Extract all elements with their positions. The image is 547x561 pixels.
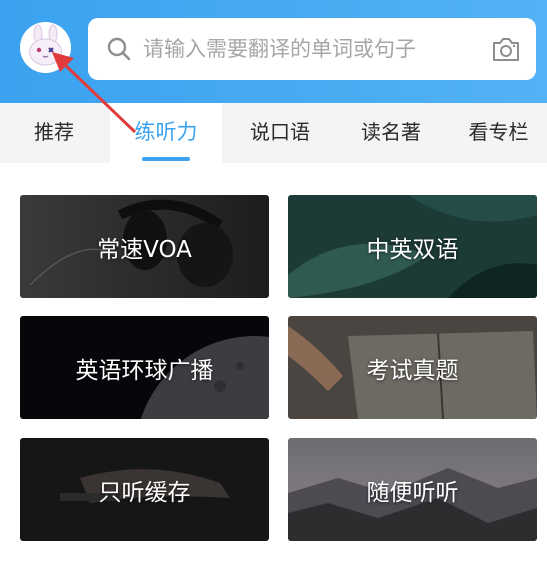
- tab-classics[interactable]: 读名著: [336, 103, 446, 163]
- top-header: 请输入需要翻译的单词或句子: [0, 0, 547, 103]
- camera-icon[interactable]: [491, 35, 521, 63]
- card-random-listen[interactable]: 随便听听: [288, 438, 537, 541]
- search-icon: [107, 37, 131, 61]
- tab-speaking[interactable]: 说口语: [224, 103, 336, 163]
- tab-columns[interactable]: 看专栏: [450, 103, 547, 163]
- card-exam-questions[interactable]: 考试真题: [288, 316, 537, 419]
- card-label: 只听缓存: [98, 479, 191, 506]
- search-bar[interactable]: 请输入需要翻译的单词或句子: [88, 18, 536, 80]
- search-input[interactable]: 请输入需要翻译的单词或句子: [143, 34, 416, 64]
- tab-label: 练听力: [134, 120, 198, 144]
- active-tab-indicator: [142, 157, 190, 161]
- card-voa[interactable]: 常速VOA: [20, 195, 269, 298]
- card-label: 考试真题: [366, 357, 459, 384]
- card-cached[interactable]: 只听缓存: [20, 438, 269, 541]
- tab-label: 看专栏: [468, 120, 529, 144]
- tab-recommend[interactable]: 推荐: [0, 103, 108, 163]
- card-bilingual[interactable]: 中英双语: [288, 195, 537, 298]
- card-label: 中英双语: [366, 236, 459, 263]
- card-global-broadcast[interactable]: 英语环球广播: [20, 316, 269, 419]
- card-label: 常速VOA: [97, 236, 192, 263]
- tab-label: 推荐: [34, 120, 74, 144]
- bunny-avatar-icon: [20, 22, 71, 73]
- tab-listening[interactable]: 练听力: [110, 103, 222, 163]
- tab-label: 读名著: [361, 120, 421, 144]
- tab-label: 说口语: [250, 120, 310, 144]
- category-tabs: 推荐 练听力 说口语 读名著 看专栏: [0, 103, 547, 163]
- card-label: 随便听听: [366, 479, 459, 506]
- card-label: 英语环球广播: [75, 357, 214, 384]
- user-avatar[interactable]: [20, 22, 71, 73]
